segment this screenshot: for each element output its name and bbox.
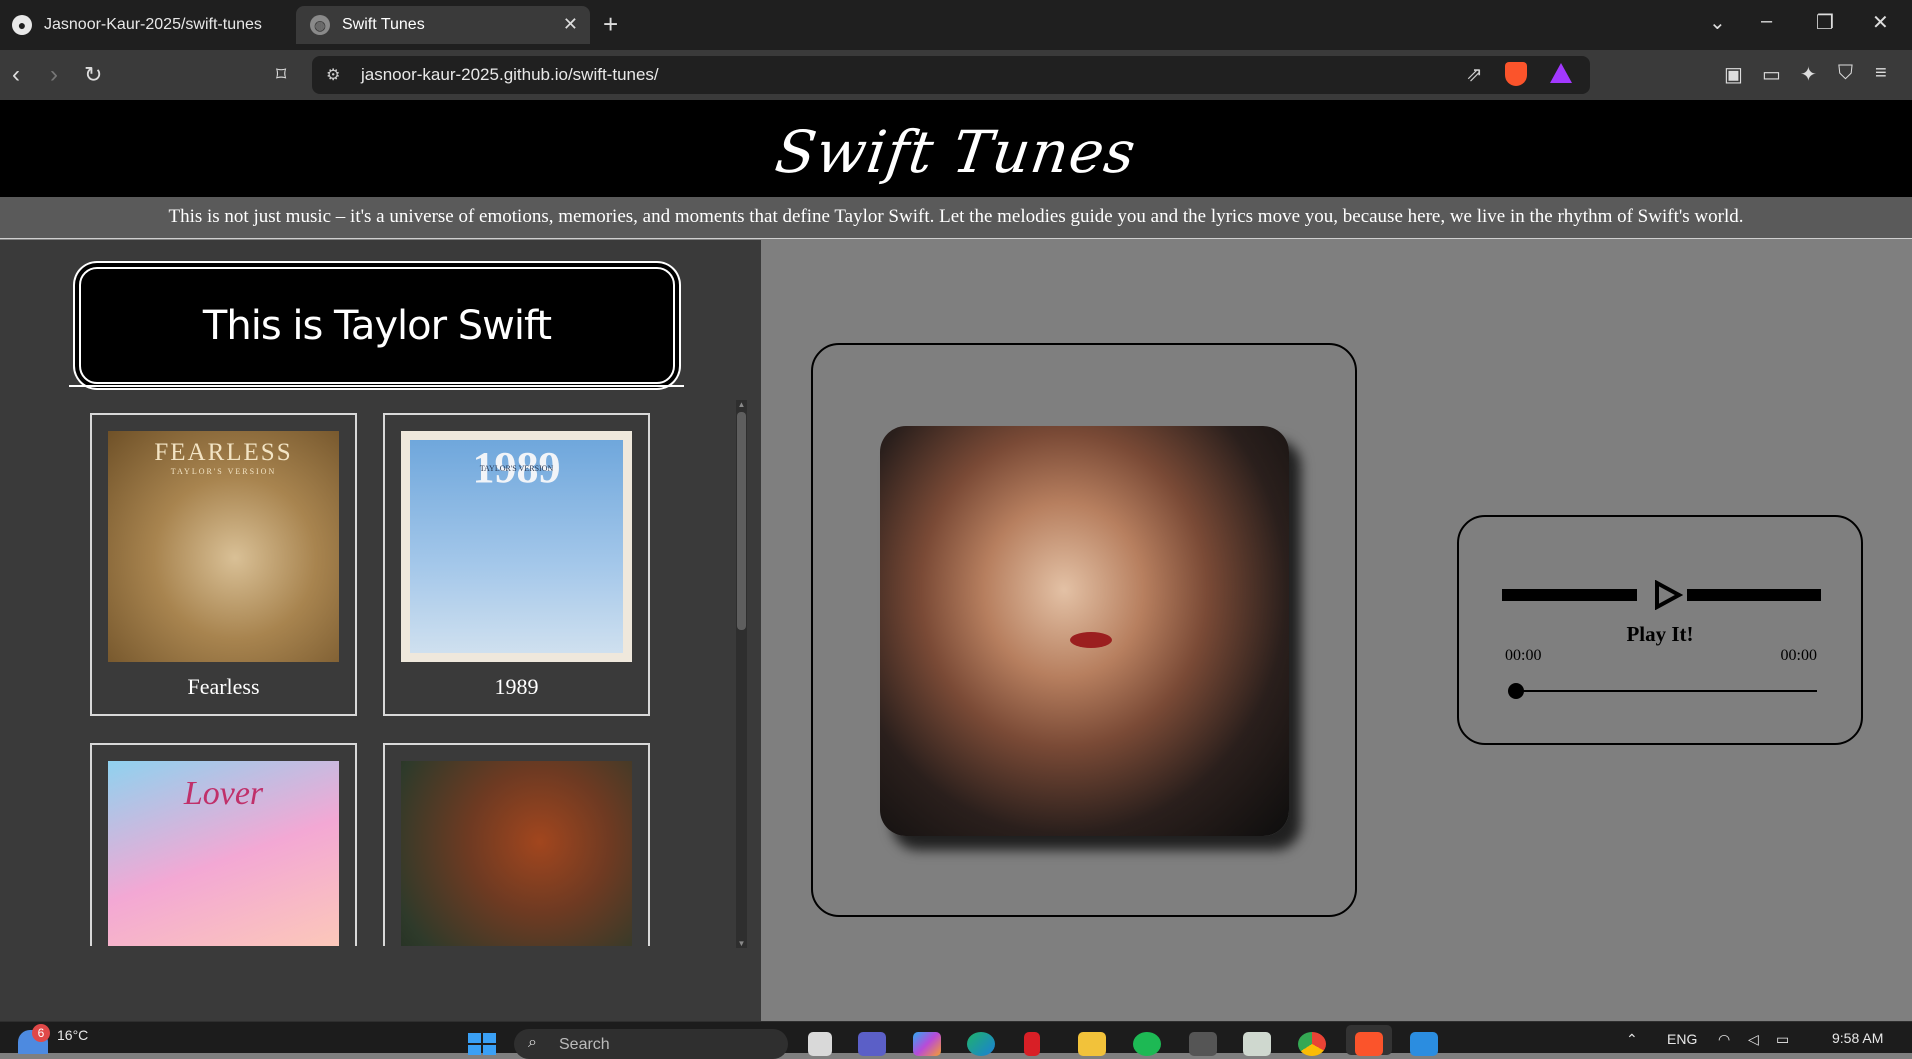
notification-badge: 6 (32, 1024, 50, 1042)
artist-photo-frame (811, 343, 1357, 917)
bookmark-icon[interactable]: ⌑ (276, 62, 286, 87)
battery-icon[interactable]: ▭ (1776, 1031, 1789, 1048)
album-card-fearless[interactable]: FEARLESS TAYLOR'S VERSION Fearless (90, 413, 357, 716)
teams-icon[interactable] (858, 1032, 886, 1056)
scroll-thumb[interactable] (737, 412, 746, 630)
close-window-button[interactable]: ✕ (1872, 10, 1889, 35)
cover-subtitle: TAYLOR'S VERSION (170, 467, 277, 476)
tab-label: Swift Tunes (342, 16, 425, 33)
album-card-1989[interactable]: 1989 TAYLOR'S VERSION 1989 (383, 413, 650, 716)
play-label[interactable]: Play It! (1459, 622, 1861, 647)
album-grid: FEARLESS TAYLOR'S VERSION Fearless 1989 … (90, 413, 660, 946)
file-explorer-icon[interactable] (1078, 1032, 1106, 1056)
minimize-button[interactable]: – (1761, 10, 1772, 33)
brave-shields-icon[interactable] (1505, 62, 1527, 86)
wifi-icon[interactable]: ◠ (1718, 1031, 1730, 1048)
seek-knob[interactable] (1508, 683, 1524, 699)
playlist-title: This is Taylor Swift (202, 303, 552, 349)
scroll-up-icon[interactable]: ▲ (736, 400, 747, 409)
album-cover-lover[interactable]: Lover (108, 761, 339, 946)
leo-ai-icon[interactable]: ✦ (1800, 62, 1817, 87)
reload-button[interactable]: ↻ (84, 61, 102, 89)
playlist-title-box: This is Taylor Swift (79, 267, 675, 384)
seek-bar[interactable] (1515, 690, 1817, 692)
tray-chevron-icon[interactable]: ⌃ (1626, 1031, 1638, 1048)
windows-start-icon[interactable] (468, 1033, 496, 1055)
new-tab-button[interactable]: + (603, 10, 618, 38)
album-cover-fearless[interactable]: FEARLESS TAYLOR'S VERSION (108, 431, 339, 662)
brave-rewards-icon[interactable] (1550, 63, 1572, 83)
artist-photo (880, 426, 1289, 836)
windows-taskbar: 6 16°C ⌕ Search ⌃ ENG ◠ ◁ ▭ 9:58 AM (0, 1021, 1912, 1059)
wallet-icon[interactable]: ▭ (1762, 62, 1781, 87)
address-bar[interactable]: ⚙ jasnoor-kaur-2025.github.io/swift-tune… (312, 56, 1590, 94)
site-settings-icon[interactable]: ⚙ (326, 65, 340, 85)
weather-temperature[interactable]: 16°C (57, 1027, 88, 1043)
tagline-bar: This is not just music – it's a universe… (0, 197, 1912, 239)
close-tab-icon[interactable]: ✕ (563, 14, 578, 35)
search-placeholder: Search (559, 1036, 610, 1053)
current-time: 00:00 (1505, 647, 1542, 664)
copilot-icon[interactable] (913, 1032, 941, 1056)
cover-subtitle: TAYLOR'S VERSION (479, 464, 554, 473)
tab-swift-tunes[interactable]: ◍ Swift Tunes ✕ (296, 6, 590, 44)
vpn-shield-icon[interactable]: ⛉ (1838, 62, 1853, 85)
back-button[interactable]: ‹ (12, 61, 20, 89)
tab-search-chevron-icon[interactable]: ⌄ (1709, 10, 1726, 35)
site-header: Swift Tunes (0, 100, 1912, 197)
player-bar-right (1687, 589, 1821, 601)
album-card-lover[interactable]: Lover (90, 743, 357, 946)
title-divider (69, 385, 684, 387)
sidebar-icon[interactable]: ▣ (1724, 62, 1743, 87)
share-icon[interactable]: ⇗ (1466, 62, 1483, 87)
task-view-icon[interactable] (808, 1032, 832, 1056)
forward-button[interactable]: › (50, 61, 58, 89)
tagline: This is not just music – it's a universe… (168, 206, 1744, 227)
site-title: Swift Tunes (771, 118, 1141, 186)
cover-title: FEARLESS (154, 439, 293, 466)
search-icon: ⌕ (528, 1034, 537, 1051)
tab-github[interactable]: ● Jasnoor-Kaur-2025/swift-tunes (0, 6, 292, 44)
edge-icon[interactable] (967, 1032, 995, 1056)
taskbar-clock[interactable]: 9:58 AM (1832, 1030, 1883, 1046)
browser-toolbar: ‹ › ↻ ⚙ jasnoor-kaur-2025.github.io/swif… (0, 50, 1912, 100)
cover-title: Lover (183, 775, 264, 812)
menu-icon[interactable]: ≡ (1875, 62, 1887, 85)
taskbar-search[interactable]: ⌕ Search (514, 1029, 788, 1059)
brave-icon[interactable] (1355, 1032, 1383, 1056)
browser-tab-bar: ● Jasnoor-Kaur-2025/swift-tunes ◍ Swift … (0, 0, 1912, 50)
restore-button[interactable]: ❐ (1816, 10, 1834, 35)
album-name: Fearless (187, 674, 260, 699)
total-time: 00:00 (1780, 647, 1817, 664)
github-icon: ● (12, 15, 32, 35)
album-name: 1989 (494, 674, 539, 699)
spotify-icon[interactable] (1133, 1032, 1161, 1056)
language-indicator[interactable]: ENG (1667, 1031, 1697, 1047)
album-cover-1989[interactable]: 1989 TAYLOR'S VERSION (401, 431, 632, 662)
album-cover-red[interactable] (401, 761, 632, 946)
album-scrollbar[interactable]: ▲ ▼ (736, 400, 747, 948)
chrome-icon[interactable] (1298, 1032, 1326, 1056)
photo-detail (1070, 632, 1112, 648)
album-card-red[interactable] (383, 743, 650, 946)
netflix-icon[interactable] (1024, 1032, 1040, 1056)
typora-icon[interactable] (1189, 1032, 1217, 1056)
player-bar-left (1502, 589, 1637, 601)
volume-icon[interactable]: ◁ (1748, 1031, 1759, 1048)
playlist-panel: This is Taylor Swift FEARLESS TAYLOR'S V… (0, 240, 761, 1021)
play-icon[interactable] (1653, 580, 1683, 610)
app-icon[interactable] (1243, 1032, 1271, 1056)
music-player: Play It! 00:00 00:00 (1457, 515, 1863, 745)
scroll-down-icon[interactable]: ▼ (736, 939, 747, 948)
globe-icon: ◍ (310, 15, 330, 35)
vscode-icon[interactable] (1410, 1032, 1438, 1056)
tab-label: Jasnoor-Kaur-2025/swift-tunes (44, 16, 262, 33)
url-text[interactable]: jasnoor-kaur-2025.github.io/swift-tunes/ (361, 65, 659, 85)
